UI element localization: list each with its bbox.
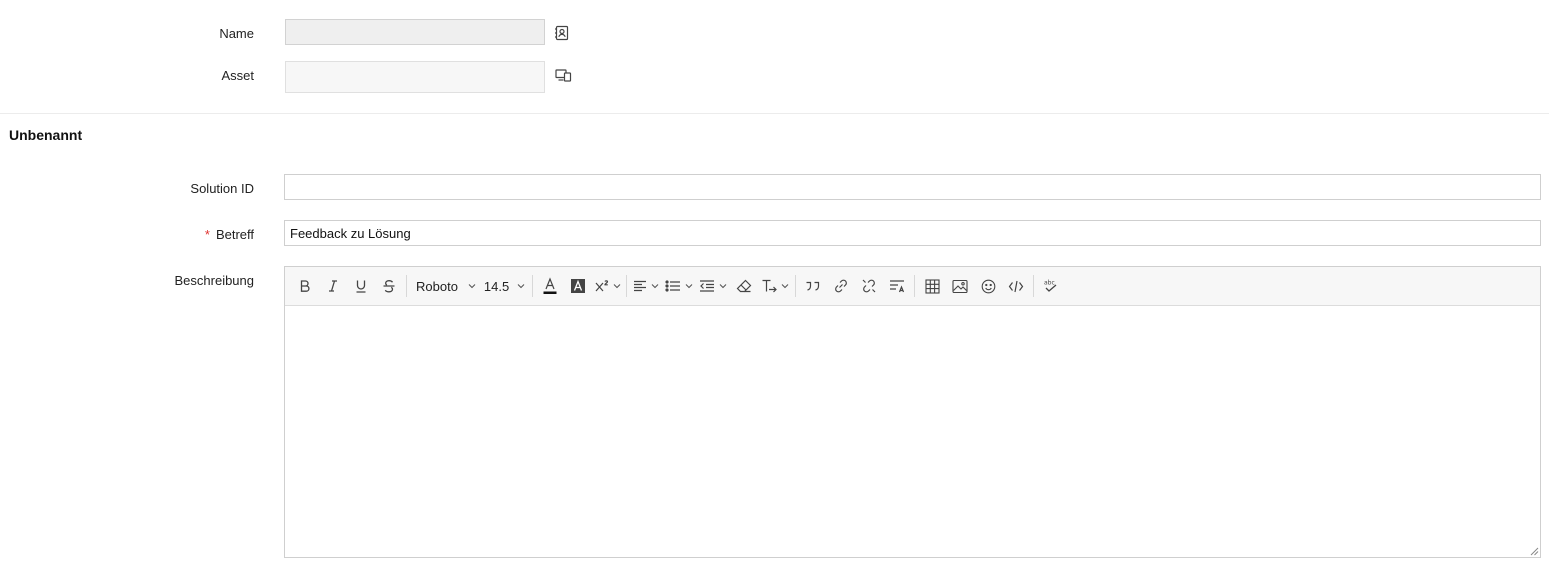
resize-handle-icon[interactable] — [1529, 546, 1539, 556]
font-family-select[interactable]: Roboto — [410, 272, 480, 300]
eraser-icon[interactable] — [730, 272, 758, 300]
quote-icon[interactable] — [799, 272, 827, 300]
description-label: Beschreibung — [174, 273, 255, 288]
chevron-down-icon — [781, 284, 789, 289]
solution-id-input[interactable] — [284, 174, 1541, 200]
unlink-icon[interactable] — [855, 272, 883, 300]
subject-label-text: Betreff — [215, 227, 254, 242]
svg-text:abc: abc — [1044, 280, 1055, 287]
italic-icon[interactable] — [319, 272, 347, 300]
indent-icon[interactable] — [696, 272, 730, 300]
line-spacing-icon[interactable] — [883, 272, 911, 300]
chevron-down-icon — [685, 284, 693, 289]
bullet-list-icon[interactable] — [662, 272, 696, 300]
font-color-icon[interactable] — [536, 272, 564, 300]
rich-text-editor[interactable]: Roboto 14.5 abc — [284, 266, 1541, 558]
name-field[interactable] — [285, 19, 545, 45]
highlight-icon[interactable] — [564, 272, 592, 300]
spellcheck-icon[interactable]: abc — [1037, 272, 1065, 300]
name-label: Name — [219, 26, 254, 41]
contact-book-icon[interactable] — [553, 24, 571, 42]
link-icon[interactable] — [827, 272, 855, 300]
image-icon[interactable] — [946, 272, 974, 300]
editor-content-area[interactable] — [285, 306, 1540, 557]
text-direction-icon[interactable] — [758, 272, 792, 300]
subject-input[interactable]: Feedback zu Lösung — [284, 220, 1541, 246]
toolbar-separator — [532, 275, 534, 297]
strikethrough-icon[interactable] — [375, 272, 403, 300]
toolbar-separator — [1033, 275, 1035, 297]
chevron-down-icon — [517, 284, 525, 289]
superscript-icon[interactable] — [592, 272, 623, 300]
toolbar-separator — [626, 275, 628, 297]
toolbar-separator — [914, 275, 916, 297]
asset-label: Asset — [221, 68, 254, 83]
toolbar-separator — [795, 275, 797, 297]
toolbar-separator — [406, 275, 407, 297]
font-family-value: Roboto — [416, 278, 458, 294]
font-size-value: 14.5 — [483, 278, 510, 294]
chevron-down-icon — [719, 284, 727, 289]
editor-toolbar: Roboto 14.5 abc — [285, 267, 1540, 306]
devices-icon[interactable] — [554, 66, 572, 84]
chevron-down-icon — [651, 284, 659, 289]
asset-field[interactable] — [285, 61, 545, 93]
section-divider — [0, 113, 1549, 114]
emoji-icon[interactable] — [974, 272, 1002, 300]
align-icon[interactable] — [630, 272, 662, 300]
solution-id-label: Solution ID — [190, 181, 254, 196]
chevron-down-icon — [613, 284, 621, 289]
section-title: Unbenannt — [9, 127, 83, 143]
underline-icon[interactable] — [347, 272, 375, 300]
table-icon[interactable] — [918, 272, 946, 300]
code-icon[interactable] — [1002, 272, 1030, 300]
chevron-down-icon — [468, 284, 476, 289]
subject-label: * Betreff — [0, 227, 254, 242]
bold-icon[interactable] — [291, 272, 319, 300]
font-size-select[interactable]: 14.5 — [480, 272, 529, 300]
required-marker: * — [204, 227, 210, 242]
